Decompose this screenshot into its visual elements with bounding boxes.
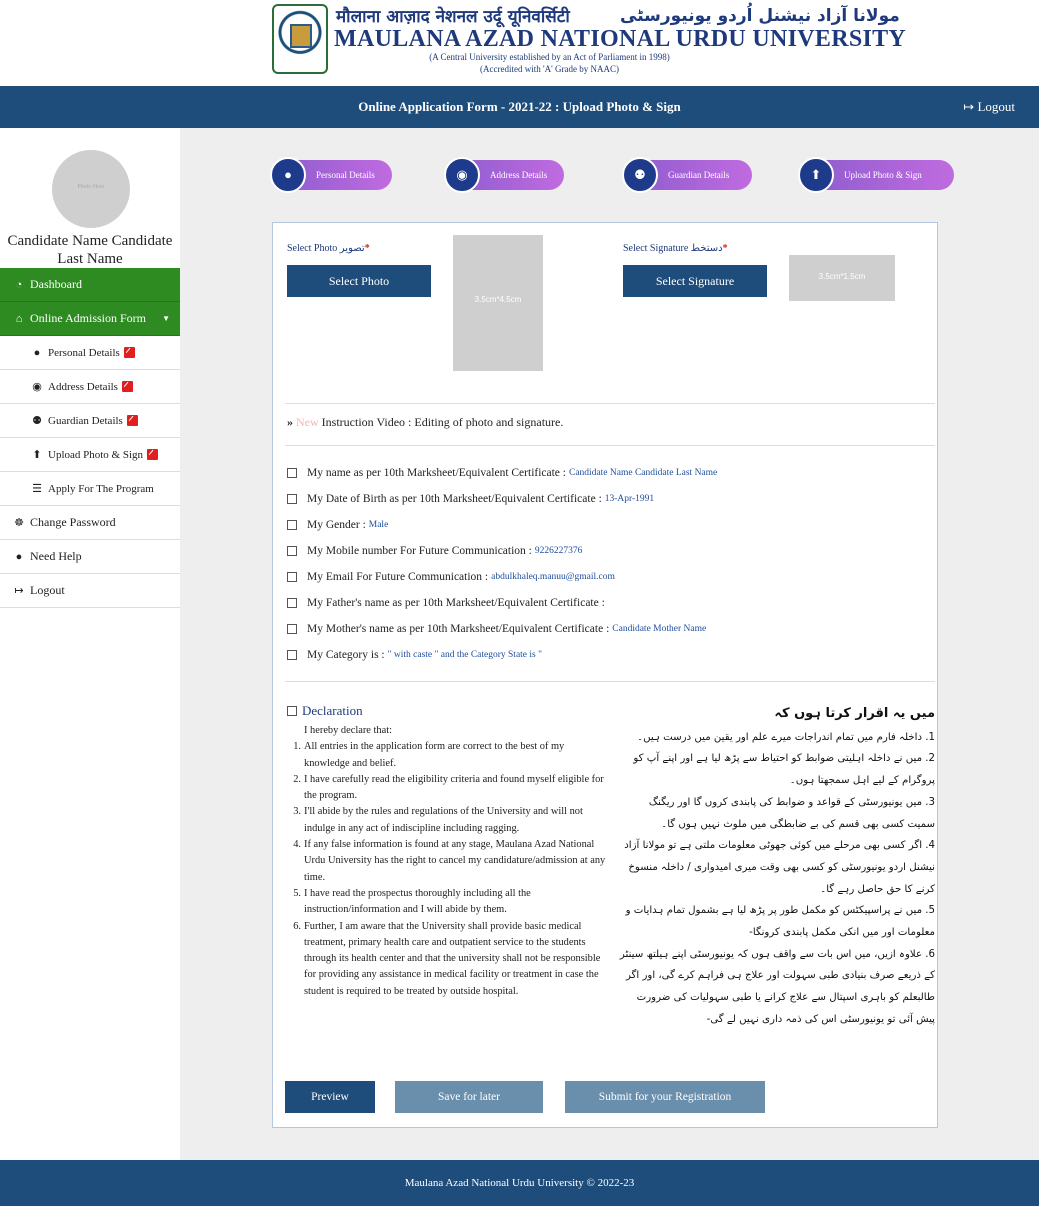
university-subtitle: (A Central University established by an … [429,52,670,62]
checkbox[interactable] [287,546,297,556]
top-navbar: Online Application Form - 2021-22 : Uplo… [0,86,1039,128]
signature-label: Select Signature دستخط* [623,243,728,254]
checkbox[interactable] [287,706,297,716]
main-content: ● Personal Details ◉ Address Details ⚉ G… [180,128,1039,1160]
list-item: 3. میں یونیورسٹی کے قواعد و ضوابط کی پاب… [648,796,935,830]
user-icon: ● [284,167,292,182]
select-photo-button[interactable]: Select Photo [287,265,431,297]
list-item: 1. All entries in the application form ar… [293,741,565,769]
sidebar: Photo Here Candidate Name Candidate Last… [0,128,180,1160]
sidebar-item-logout[interactable]: ↦ Logout [0,574,180,608]
double-chevron-icon: » [287,415,293,429]
edit-icon [123,347,135,358]
sidebar-item-apply-program[interactable]: ☰ Apply For The Program [0,472,180,506]
step-guardian-details[interactable]: ⚉ Guardian Details [622,157,752,193]
checkbox[interactable] [287,520,297,530]
sidebar-menu: ◔ Dashboard ⌂ Online Admission Form ▼ ● Per… [0,268,180,608]
checkbox[interactable] [287,624,297,634]
list-item: 6. Further, I am aware that the Universit… [293,920,601,997]
confirm-mother-name-checkbox[interactable]: My Mother's name as per 10th Marksheet/E… [287,623,706,635]
list-item: 3. I'll abide by the rules and regulation… [293,806,583,834]
confirm-mobile-checkbox[interactable]: My Mobile number For Future Communicatio… [287,545,582,557]
form-card: Select Photo تصویر* Select Photo 3.5cm*4… [272,222,938,1128]
declaration-urdu: میں یہ اقرار کرتا ہوں کہ 1. داخلہ فارم م… [619,703,935,1031]
list-item: 1. داخلہ فارم میں تمام اندراجات میرے علم… [637,731,935,743]
dashboard-icon: ◔ [15,278,23,291]
sidebar-item-need-help[interactable]: ● Need Help [0,540,180,574]
sign-out-icon: ↦ [963,99,975,114]
list-item: 5. میں نے پراسپیکٹس کو مکمل طور پر پڑھ ل… [625,905,935,939]
site-footer: Maulana Azad National Urdu University © … [0,1160,1039,1206]
list-item: 2. میں نے داخلہ اہلیتی ضوابط کو احتیاط س… [633,753,935,787]
logout-link[interactable]: ↦ Logout [963,99,1015,115]
caret-down-icon: ▼ [162,314,170,323]
site-header: मौलाना आज़ाद नेशनल उर्दू यूनिवर्सिटी مول… [0,0,1039,86]
list-item: 4. If any false information is found at a… [293,839,606,883]
checkbox[interactable] [287,468,297,478]
edit-icon [126,415,138,426]
step-personal-details[interactable]: ● Personal Details [270,157,392,193]
confirm-category-checkbox[interactable]: My Category is : " with caste " and the C… [287,649,542,661]
confirm-name-checkbox[interactable]: My name as per 10th Marksheet/Equivalent… [287,467,717,479]
university-name-english: MAULANA AZAD NATIONAL URDU UNIVERSITY [334,26,907,52]
sign-out-icon: ↦ [14,585,24,597]
step-address-details[interactable]: ◉ Address Details [444,157,564,193]
checkbox[interactable] [287,572,297,582]
university-accreditation: (Accredited with 'A' Grade by NAAC) [480,64,619,74]
preview-button[interactable]: Preview [285,1081,375,1113]
user-icon: ● [33,346,41,359]
declaration-english: I hereby declare that: 1. All entries in … [287,723,607,1000]
copyright-text: Maulana Azad National Urdu University © … [404,1177,635,1189]
university-name-urdu: مولانا آزاد نیشنل اُردو یونیورسٹی [620,6,900,26]
list-item: 4. اگر کسی بھی مرحلے میں کوئی جھوٹی معلو… [624,840,935,895]
confirm-email-checkbox[interactable]: My Email For Future Communication : abdul… [287,571,615,583]
declaration-checkbox[interactable]: Declaration [287,703,363,719]
sidebar-item-address-details[interactable]: ◉ Address Details [0,370,180,404]
list-icon: ☰ [32,483,42,495]
key-icon: ☸ [14,517,24,529]
confirm-father-name-checkbox[interactable]: My Father's name as per 10th Marksheet/E… [287,597,608,609]
sidebar-item-upload-photo-sign[interactable]: ⬆ Upload Photo & Sign [0,438,180,472]
home-icon: ⌂ [15,312,23,325]
edit-icon [147,449,159,460]
checkbox[interactable] [287,598,297,608]
avatar: Photo Here [52,150,130,228]
instruction-video-link[interactable]: » New Instruction Video : Editing of photo… [287,415,563,430]
photo-label: Select Photo تصویر* [287,243,370,254]
location-pin-icon: ◉ [32,381,42,393]
sidebar-item-change-password[interactable]: ☸ Change Password [0,506,180,540]
user-icon: ● [15,550,23,563]
users-icon: ⚉ [32,415,42,427]
new-tag: New [296,415,319,429]
confirm-gender-checkbox[interactable]: My Gender : Male [287,519,388,531]
upload-icon: ⬆ [32,449,42,461]
list-item: 6. علاوہ ازیں، میں اس بات سے واقف ہوں کہ… [619,948,935,1025]
sidebar-item-online-admission-form[interactable]: ⌂ Online Admission Form ▼ [0,302,180,336]
candidate-name: Candidate Name Candidate Last Name [7,233,173,267]
submit-registration-button[interactable]: Submit for your Registration [565,1081,765,1113]
select-signature-button[interactable]: Select Signature [623,265,767,297]
signature-preview: 3.5cm*1.5cm [789,255,895,301]
checkbox[interactable] [287,650,297,660]
upload-icon: ⬆ [810,167,822,182]
university-name-hindi: मौलाना आज़ाद नेशनल उर्दू यूनिवर्सिटी [336,7,570,27]
edit-icon [121,381,133,392]
list-item: 2. I have carefully read the eligibility … [293,773,604,802]
list-item: 5. I have read the prospectus thoroughly … [293,887,531,916]
page-title: Online Application Form - 2021-22 : Uplo… [358,99,681,114]
save-for-later-button[interactable]: Save for later [395,1081,543,1113]
photo-preview: 3.5cm*4.5cm [453,235,543,371]
sidebar-item-dashboard[interactable]: ◔ Dashboard [0,268,180,302]
users-icon: ⚉ [634,167,646,182]
checkbox[interactable] [287,494,297,504]
confirm-dob-checkbox[interactable]: My Date of Birth as per 10th Marksheet/E… [287,493,654,505]
sidebar-item-personal-details[interactable]: ● Personal Details [0,336,180,370]
sidebar-item-guardian-details[interactable]: ⚉ Guardian Details [0,404,180,438]
location-pin-icon: ◉ [456,167,468,182]
step-upload-photo-sign[interactable]: ⬆ Upload Photo & Sign [798,157,954,193]
